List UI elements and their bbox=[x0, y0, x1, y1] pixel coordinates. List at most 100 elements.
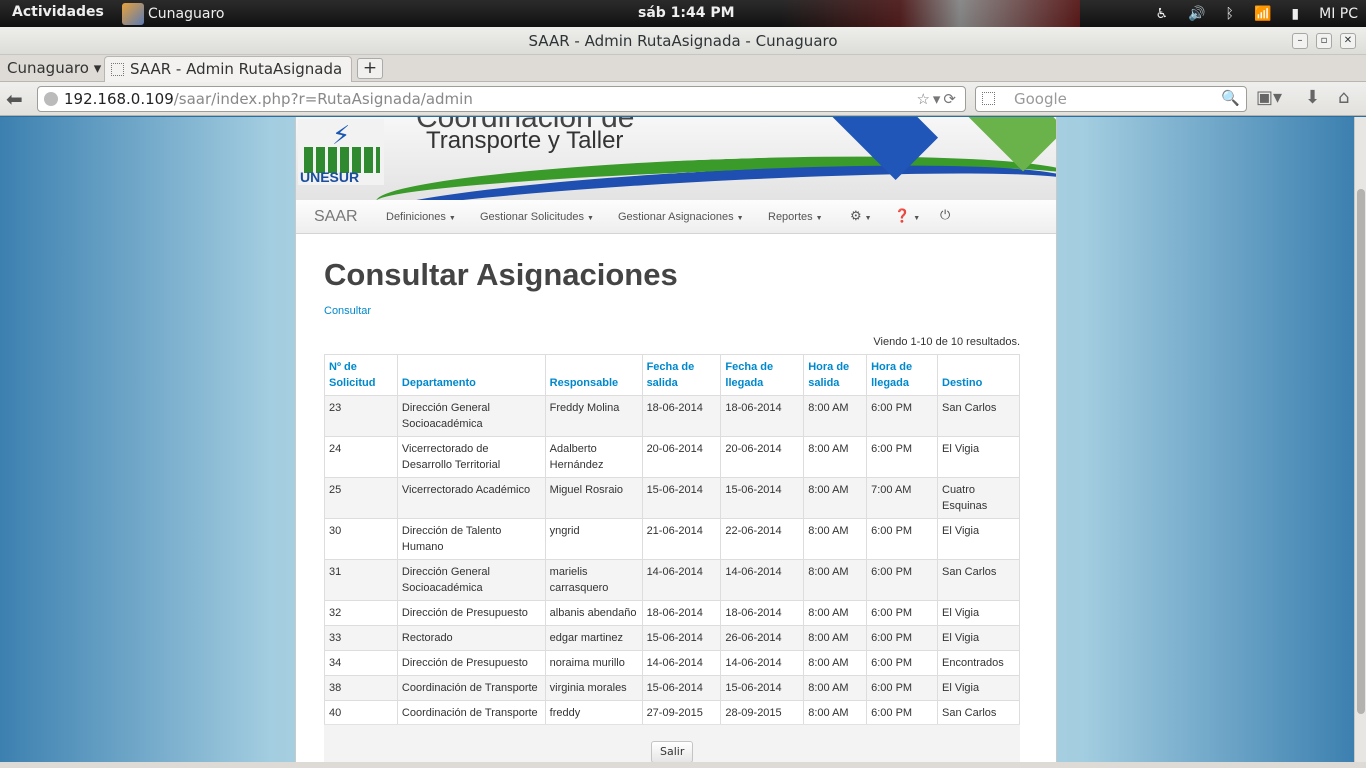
table-row[interactable]: 40 Coordinación de Transporte freddy 27-09-… bbox=[324, 700, 1020, 726]
table-cell: 8:00 AM bbox=[803, 477, 868, 519]
column-header[interactable]: Fecha de llegada bbox=[720, 354, 805, 396]
table-cell: Vicerrectorado Académico bbox=[396, 477, 546, 519]
table-cell: 22-06-2014 bbox=[720, 518, 805, 560]
site-navbar: SAAR Definiciones ▼ Gestionar Solicitudes… bbox=[296, 200, 1056, 234]
menu-reportes[interactable]: Reportes ▼ bbox=[768, 211, 823, 223]
url-actions[interactable]: ☆▾⟳ bbox=[916, 90, 959, 108]
table-cell: 30 bbox=[324, 518, 398, 560]
table-cell: 14-06-2014 bbox=[641, 650, 722, 676]
tab-group-selector[interactable]: Cunaguaro ▾ bbox=[7, 59, 101, 77]
table-row[interactable]: 25 Vicerrectorado Académico Miguel Rosraio… bbox=[324, 477, 1020, 519]
table-cell: Dirección de Talento Humano bbox=[396, 518, 546, 560]
gear-icon[interactable]: ⚙ ▼ bbox=[850, 208, 872, 224]
page-container: ⚡ UNESUR Coordinación de Transporte y Ta… bbox=[295, 117, 1057, 762]
bluetooth-icon[interactable]: ᛒ bbox=[1226, 6, 1234, 22]
table-cell: 6:00 PM bbox=[866, 436, 938, 478]
column-header[interactable]: Hora de salida bbox=[803, 354, 868, 396]
wallpaper-strip bbox=[780, 0, 1080, 27]
battery-icon[interactable]: ▮ bbox=[1291, 6, 1299, 22]
downloads-icon[interactable]: ⬇ bbox=[1305, 87, 1320, 108]
assignments-table: Nº de Solicitud Departamento Responsable Fe… bbox=[324, 354, 1020, 726]
tab-active[interactable]: SAAR - Admin RutaAsignada bbox=[104, 56, 352, 82]
table-row[interactable]: 38 Coordinación de Transporte virginia mor… bbox=[324, 675, 1020, 701]
table-row[interactable]: 34 Dirección de Presupuesto noraima murill… bbox=[324, 650, 1020, 676]
menu-gestionar-solicitudes[interactable]: Gestionar Solicitudes ▼ bbox=[480, 211, 594, 223]
table-cell: 21-06-2014 bbox=[641, 518, 722, 560]
system-tray: ♿ 🔊 ᛒ 📶 ▮ MI PC bbox=[1156, 0, 1366, 27]
table-cell: 14-06-2014 bbox=[720, 650, 805, 676]
table-cell: 8:00 AM bbox=[803, 559, 868, 601]
tab-bar: Cunaguaro ▾ SAAR - Admin RutaAsignada + bbox=[0, 55, 1366, 82]
table-cell: 28-09-2015 bbox=[720, 700, 805, 726]
breadcrumb[interactable]: Consultar bbox=[324, 305, 1020, 317]
table-cell: 8:00 AM bbox=[803, 518, 868, 560]
table-cell: 34 bbox=[324, 650, 398, 676]
table-cell: 8:00 AM bbox=[803, 700, 868, 726]
page-title: Consultar Asignaciones bbox=[324, 257, 678, 292]
table-cell: Coordinación de Transporte bbox=[396, 700, 546, 726]
menu-definiciones[interactable]: Definiciones ▼ bbox=[386, 211, 456, 223]
volume-icon[interactable]: 🔊 bbox=[1188, 6, 1205, 22]
table-cell: Cuatro Esquinas bbox=[937, 477, 1020, 519]
table-cell: noraima murillo bbox=[544, 650, 643, 676]
power-icon[interactable]: ⏻ bbox=[940, 207, 950, 223]
table-cell: 18-06-2014 bbox=[720, 395, 805, 437]
close-icon[interactable]: ✕ bbox=[1340, 33, 1356, 49]
maximize-icon[interactable]: ▫ bbox=[1316, 33, 1332, 49]
user-menu[interactable]: MI PC bbox=[1319, 6, 1358, 22]
column-header[interactable]: Nº de Solicitud bbox=[324, 354, 398, 396]
table-cell: Dirección de Presupuesto bbox=[396, 600, 546, 626]
table-cell: Encontrados bbox=[937, 650, 1020, 676]
brand-link[interactable]: SAAR bbox=[314, 208, 358, 226]
table-body: 23 Dirección General Socioacadémica Freddy… bbox=[324, 395, 1020, 726]
window-titlebar: SAAR - Admin RutaAsignada - Cunaguaro – … bbox=[0, 27, 1366, 55]
app-menu[interactable]: Cunaguaro bbox=[122, 0, 224, 27]
table-row[interactable]: 31 Dirección General Socioacadémica mariel… bbox=[324, 559, 1020, 601]
table-cell: 20-06-2014 bbox=[720, 436, 805, 478]
column-header[interactable]: Departamento bbox=[396, 354, 546, 396]
table-cell: San Carlos bbox=[937, 395, 1020, 437]
table-row[interactable]: 32 Dirección de Presupuesto albanis abenda… bbox=[324, 600, 1020, 626]
table-cell: virginia morales bbox=[544, 675, 643, 701]
menu-gestionar-asignaciones[interactable]: Gestionar Asignaciones ▼ bbox=[618, 211, 744, 223]
form-actions: Salir bbox=[324, 724, 1020, 762]
table-cell: El Vigia bbox=[937, 600, 1020, 626]
table-cell: El Vigia bbox=[937, 675, 1020, 701]
site-identity-icon[interactable] bbox=[44, 92, 58, 106]
table-cell: Coordinación de Transporte bbox=[396, 675, 546, 701]
clock[interactable]: sáb 1:44 PM bbox=[638, 5, 735, 21]
table-row[interactable]: 30 Dirección de Talento Humano yngrid 21-06… bbox=[324, 518, 1020, 560]
column-header[interactable]: Fecha de salida bbox=[641, 354, 722, 396]
wifi-icon[interactable]: 📶 bbox=[1254, 6, 1271, 22]
table-cell: 8:00 AM bbox=[803, 436, 868, 478]
scrollbar[interactable] bbox=[1354, 117, 1366, 762]
table-row[interactable]: 33 Rectorado edgar martinez 15-06-2014 26-06… bbox=[324, 625, 1020, 651]
banner-title-line2: Transporte y Taller bbox=[426, 127, 624, 154]
table-row[interactable]: 23 Dirección General Socioacadémica Freddy… bbox=[324, 395, 1020, 437]
bookmarks-icon[interactable]: ▣▾ bbox=[1256, 87, 1282, 108]
scrollbar-thumb[interactable] bbox=[1357, 189, 1365, 714]
accessibility-icon[interactable]: ♿ bbox=[1156, 6, 1169, 22]
help-icon[interactable]: ❓ ▼ bbox=[894, 208, 920, 224]
search-icon[interactable]: 🔍 bbox=[1221, 89, 1240, 107]
search-engine-icon[interactable] bbox=[982, 92, 995, 105]
new-tab-button[interactable]: + bbox=[357, 58, 383, 79]
table-cell: El Vigia bbox=[937, 436, 1020, 478]
column-header[interactable]: Responsable bbox=[544, 354, 643, 396]
table-row[interactable]: 24 Vicerrectorado de Desarrollo Territori… bbox=[324, 436, 1020, 478]
home-icon[interactable]: ⌂ bbox=[1338, 87, 1349, 108]
back-arrow-icon[interactable]: ⬅ bbox=[6, 87, 23, 111]
table-cell: 15-06-2014 bbox=[641, 477, 722, 519]
column-header[interactable]: Destino bbox=[937, 354, 1020, 396]
table-cell: 8:00 AM bbox=[803, 625, 868, 651]
column-header[interactable]: Hora de llegada bbox=[866, 354, 938, 396]
activities-button[interactable]: Actividades bbox=[12, 4, 104, 20]
table-cell: 6:00 PM bbox=[866, 559, 938, 601]
minimize-icon[interactable]: – bbox=[1292, 33, 1308, 49]
table-cell: El Vigia bbox=[937, 625, 1020, 651]
exit-button[interactable]: Salir bbox=[651, 741, 694, 762]
url-bar[interactable]: 192.168.0.109/saar/index.php?r=RutaAsign… bbox=[37, 86, 966, 112]
table-cell: 8:00 AM bbox=[803, 600, 868, 626]
table-header-row: Nº de Solicitud Departamento Responsable Fe… bbox=[324, 354, 1020, 396]
search-input[interactable]: Google 🔍 bbox=[975, 86, 1247, 112]
